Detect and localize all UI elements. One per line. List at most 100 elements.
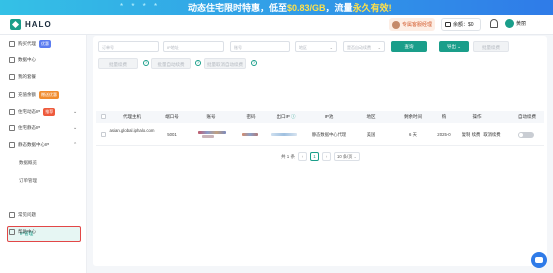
banner-text: 动态住宅限时特惠，低至$0.83/GB，流量永久有效!	[188, 3, 392, 13]
auto-renew-toggle[interactable]	[518, 132, 534, 138]
ip-pool: 静态数据中心代理	[311, 132, 347, 137]
region: 美国	[366, 132, 376, 137]
search-button[interactable]: 查询	[391, 41, 427, 52]
sidebar: 购买代理 优惠 数据中心 我的套餐 充值余额 赠送优惠 住宅动态IP 推荐 ⌄ …	[0, 35, 87, 273]
column-header: 端口号	[165, 114, 179, 119]
region-select[interactable]: 地区 ⌄	[295, 41, 337, 52]
main-panel: 订单号 IP地址 账号 地区 ⌄ 是否自动续费 ⌄ 查询 导出 ⌄ 批量续费 批量续…	[93, 36, 547, 266]
column-header: 购	[441, 114, 447, 119]
cancel-renew-link[interactable]: 取消续费	[483, 132, 500, 138]
sidebar-item-label: 充值余额	[18, 92, 36, 97]
chevron-up-icon: ⌃	[73, 142, 78, 148]
purchase-date: 2025-0	[437, 132, 451, 137]
column-header: 剩余时间	[404, 114, 422, 119]
account-manager-button[interactable]: 专属客服经理	[389, 18, 435, 31]
logo-icon	[10, 19, 21, 30]
batch-renew-button[interactable]: 批量续费	[98, 58, 138, 69]
port: 5001	[167, 132, 177, 137]
sidebar-item-label: 住宅静态IP	[18, 125, 41, 130]
sidebar-subitem-overview[interactable]: 数据概览	[19, 160, 37, 166]
sidebar-item-recharge[interactable]: 充值余额 赠送优惠	[9, 91, 59, 99]
promo-banner[interactable]: * * * * 动态住宅限时特惠，低至$0.83/GB，流量永久有效!	[0, 0, 553, 15]
sidebar-item-label: 常见问题	[18, 212, 36, 217]
next-page-button[interactable]: ›	[322, 152, 332, 161]
column-header: 自动续费	[518, 114, 536, 119]
chat-support-button[interactable]	[531, 252, 547, 268]
export-button[interactable]: 导出 ⌄	[439, 41, 469, 52]
sidebar-item-faq[interactable]: 常见问题	[9, 212, 36, 218]
balance-display[interactable]: 余额：$0	[441, 18, 481, 31]
promo-badge: 优惠	[39, 40, 51, 48]
copy-link[interactable]: 复制	[462, 132, 471, 138]
total-count: 共 1 条	[281, 153, 296, 159]
chevron-down-icon: ⌄	[377, 45, 381, 50]
auto-renew-placeholder: 是否自动续费	[347, 45, 371, 50]
chevron-down-icon: ⌄	[73, 109, 78, 115]
sidebar-item-help[interactable]: 帮助中心	[9, 229, 36, 235]
page-size-label: 10 条/页	[337, 154, 353, 159]
help-icon[interactable]: ?	[195, 60, 201, 66]
chevron-down-icon: ⌄	[353, 154, 358, 159]
logo[interactable]: HALO	[10, 19, 52, 30]
sidebar-item-residential-static[interactable]: 住宅静态IP ⌄	[9, 125, 77, 131]
logo-text: HALO	[25, 20, 52, 29]
column-header: 代理主机	[123, 114, 141, 119]
sidebar-item-static-dc[interactable]: 静态数据中心IP ⌃	[9, 142, 77, 148]
balance-text: 余额：$0	[453, 22, 474, 28]
region-placeholder: 地区	[299, 45, 307, 50]
help-icon	[9, 229, 15, 235]
account-input[interactable]: 账号	[230, 41, 290, 52]
pagination: 共 1 条 ‹ 1 › 10 条/页 ⌄	[281, 152, 361, 161]
home-icon	[9, 125, 15, 131]
proxy-host: asian.global.iphalo.com	[109, 128, 155, 133]
manager-avatar	[392, 20, 400, 29]
chart-icon	[9, 57, 15, 63]
remaining-time: 6 天	[409, 132, 417, 137]
table-row: asian.global.iphalo.com 5001 静态数据中心代理 美国…	[96, 124, 544, 146]
user-name: 黄丽	[516, 21, 527, 27]
auto-renew-select[interactable]: 是否自动续费 ⌄	[343, 41, 385, 52]
column-header: 地区	[366, 114, 376, 119]
sidebar-item-data-center[interactable]: 数据中心	[9, 57, 36, 63]
recommend-badge: 推荐	[43, 108, 56, 116]
wallet-icon	[9, 92, 15, 98]
prev-page-button[interactable]: ‹	[298, 152, 308, 161]
question-icon	[9, 212, 15, 218]
manager-label: 专属客服经理	[402, 22, 433, 28]
renew-link[interactable]: 续费	[472, 132, 481, 138]
ip-input[interactable]: IP地址	[163, 41, 224, 52]
chevron-down-icon: ⌄	[329, 45, 333, 50]
sidebar-item-label: 帮助中心	[18, 229, 36, 234]
banner-decor: * * * *	[120, 2, 161, 11]
batch-renew-top-button[interactable]: 批量续费	[473, 41, 509, 52]
sidebar-subitem-orders[interactable]: 订单管理	[19, 178, 37, 184]
help-icon[interactable]: ?	[251, 60, 257, 66]
user-menu[interactable]: 黄丽	[505, 19, 526, 28]
column-header: 出口IP ⓘ	[276, 114, 296, 119]
sidebar-item-label: 数据中心	[18, 57, 36, 62]
cart-icon	[9, 41, 15, 47]
sidebar-item-label: 住宅动态IP	[18, 109, 41, 114]
table-header: 代理主机 端口号 账号 密码 出口IP ⓘ IP池 地区 剩余时间 购 操作 自…	[96, 111, 544, 123]
bell-icon[interactable]	[490, 19, 498, 28]
help-icon[interactable]: ?	[143, 60, 149, 66]
batch-auto-renew-button[interactable]: 批量自动续费	[151, 58, 191, 69]
export-label: 导出	[446, 44, 456, 49]
chevron-down-icon: ⌄	[73, 125, 78, 131]
exit-ip-masked	[271, 133, 297, 136]
page-size-select[interactable]: 10 条/页 ⌄	[334, 152, 361, 161]
sidebar-item-my-plan[interactable]: 我的套餐	[9, 74, 36, 80]
sidebar-item-residential-dynamic[interactable]: 住宅动态IP 推荐 ⌄	[9, 108, 77, 116]
column-header: 账号	[206, 114, 216, 119]
column-header: 操作	[472, 114, 482, 119]
order-no-input[interactable]: 订单号	[98, 41, 159, 52]
wallet-icon	[445, 22, 451, 27]
select-all-checkbox[interactable]	[101, 114, 106, 119]
batch-cancel-auto-renew-button[interactable]: 批量取消自动续费	[204, 58, 246, 69]
top-bar: HALO 专属客服经理 余额：$0 黄丽	[0, 15, 553, 35]
sidebar-item-label: 我的套餐	[18, 74, 36, 79]
avatar	[505, 19, 514, 28]
sidebar-item-buy-proxy[interactable]: 购买代理 优惠	[9, 40, 51, 48]
server-icon	[9, 142, 15, 148]
page-1-button[interactable]: 1	[310, 152, 320, 161]
